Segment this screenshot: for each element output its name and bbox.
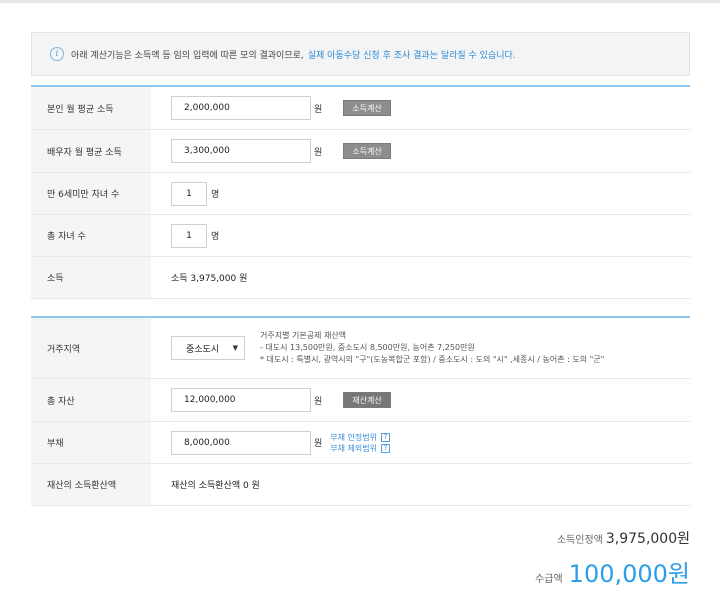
row-spouse-income: 배우자 월 평균 소득 3,300,000 원 소득계산 xyxy=(31,130,690,173)
region-note-definitions: * 대도시 : 특별시, 광역시의 "구"(도농복합군 포함) / 중소도시 :… xyxy=(260,355,605,364)
region-note: 거주지별 기본공제 재산액 - 대도시 13,500만원, 중소도시 8,500… xyxy=(260,330,604,366)
total-assets-unit: 원 xyxy=(314,396,323,407)
row-debt: 부채 8,000,000 원 부채 인정범위 ? 부채 제외범위 ? xyxy=(31,422,690,464)
debt-links: 부채 인정범위 ? 부채 제외범위 ? xyxy=(330,432,390,454)
region-note-deductions: - 대도시 13,500만원, 중소도시 8,500만원, 농어촌 7,250만… xyxy=(260,343,475,352)
calculator: i 아래 계산기능은 소득액 등 임의 입력에 따른 모의 결과이므로, 실제 … xyxy=(31,32,690,506)
payment-line: 수급액 100,000원 xyxy=(535,554,690,589)
self-income-unit: 원 xyxy=(314,104,323,115)
payment-label: 수급액 xyxy=(535,574,563,585)
notice-highlight: 실제 아동수당 신청 후 조사 결과는 달라질 수 있습니다. xyxy=(307,50,516,61)
row-income-total: 소득 소득 3,975,000 원 xyxy=(31,257,690,299)
region-selected: 중소도시 xyxy=(186,344,220,355)
debt-include-link-text[interactable]: 부채 인정범위 xyxy=(330,432,377,443)
spouse-income-calc-button[interactable]: 소득계산 xyxy=(343,143,391,159)
assets-calc-button[interactable]: 재산계산 xyxy=(343,392,391,408)
debt-unit: 원 xyxy=(314,439,323,449)
spouse-income-unit: 원 xyxy=(314,147,323,158)
row-region: 거주지역 중소도시 ▼ 거주지별 기본공제 재산액 - 대도시 13,500만원… xyxy=(31,318,690,379)
children-under6-input[interactable]: 1 xyxy=(171,181,207,206)
self-income-input[interactable]: 2,000,000 xyxy=(171,96,311,120)
top-divider xyxy=(0,0,720,3)
spouse-income-input[interactable]: 3,300,000 xyxy=(171,139,311,163)
self-income-label: 본인 월 평균 소득 xyxy=(31,87,151,129)
total-assets-label: 총 자산 xyxy=(31,379,151,421)
dropdown-arrow-icon: ▼ xyxy=(232,344,238,352)
region-label: 거주지역 xyxy=(31,318,151,378)
help-icon[interactable]: ? xyxy=(380,432,390,442)
debt-input[interactable]: 8,000,000 xyxy=(171,430,311,455)
children-total-label: 총 자녀 수 xyxy=(31,215,151,256)
info-icon: i xyxy=(50,47,64,61)
children-under6-unit: 명 xyxy=(211,190,220,200)
region-note-title: 거주지별 기본공제 재산액 xyxy=(260,331,347,340)
debt-exclude-link-text[interactable]: 부채 제외범위 xyxy=(330,443,377,454)
payment-value: 100,000원 xyxy=(568,560,690,588)
converted-income-label: 재산의 소득환산액 xyxy=(31,464,151,505)
row-total-assets: 총 자산 12,000,000 원 재산계산 xyxy=(31,379,690,422)
row-converted-income: 재산의 소득환산액 재산의 소득환산액 0 원 xyxy=(31,464,690,506)
debt-label: 부채 xyxy=(31,422,151,463)
result-summary: 소득인정액 3,975,000원 수급액 100,000원 xyxy=(535,528,690,589)
notice-box: i 아래 계산기능은 소득액 등 임의 입력에 따른 모의 결과이므로, 실제 … xyxy=(31,32,690,76)
row-children-total: 총 자녀 수 1 명 xyxy=(31,215,690,257)
debt-exclude-link[interactable]: 부채 제외범위 ? xyxy=(330,443,390,454)
self-income-calc-button[interactable]: 소득계산 xyxy=(343,100,391,116)
recognized-income-value: 3,975,000원 xyxy=(605,531,690,547)
converted-income-value: 재산의 소득환산액 0 원 xyxy=(171,481,260,491)
row-children-under6: 만 6세미만 자녀 수 1 명 xyxy=(31,173,690,215)
notice-text: 아래 계산기능은 소득액 등 임의 입력에 따른 모의 결과이므로, xyxy=(71,50,304,61)
total-assets-input[interactable]: 12,000,000 xyxy=(171,388,311,412)
region-select[interactable]: 중소도시 ▼ xyxy=(171,336,245,360)
children-total-input[interactable]: 1 xyxy=(171,223,207,248)
income-table: 본인 월 평균 소득 2,000,000 원 소득계산 배우자 월 평균 소득 … xyxy=(31,85,690,299)
debt-include-link[interactable]: 부채 인정범위 ? xyxy=(330,432,390,443)
row-self-income: 본인 월 평균 소득 2,000,000 원 소득계산 xyxy=(31,87,690,130)
income-total-label: 소득 xyxy=(31,257,151,298)
income-total-value: 소득 3,975,000 원 xyxy=(171,274,248,284)
help-icon[interactable]: ? xyxy=(380,443,390,453)
spouse-income-label: 배우자 월 평균 소득 xyxy=(31,130,151,172)
recognized-income-line: 소득인정액 3,975,000원 xyxy=(535,528,690,548)
children-under6-label: 만 6세미만 자녀 수 xyxy=(31,173,151,214)
recognized-income-label: 소득인정액 xyxy=(556,535,603,546)
children-total-unit: 명 xyxy=(211,232,220,242)
assets-table: 거주지역 중소도시 ▼ 거주지별 기본공제 재산액 - 대도시 13,500만원… xyxy=(31,316,690,506)
